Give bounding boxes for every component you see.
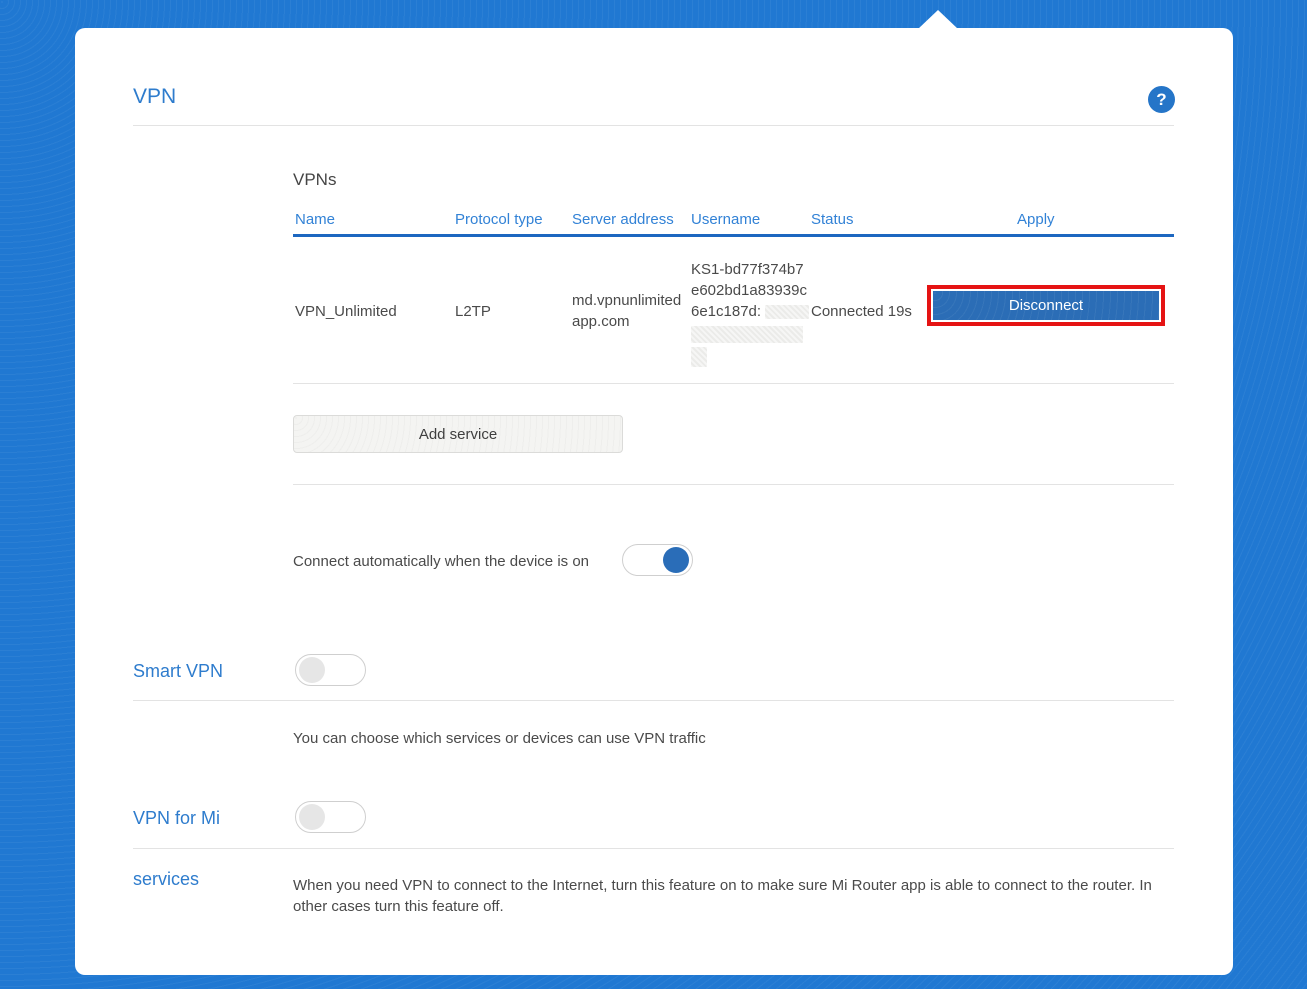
- auto-connect-label: Connect automatically when the device is…: [293, 553, 590, 570]
- page-title: VPN: [133, 85, 177, 108]
- column-header-username: Username: [691, 211, 761, 228]
- vpn-for-mi-label-line1: VPN for Mi: [133, 808, 221, 828]
- column-header-server-address: Server address: [572, 211, 674, 228]
- column-header-status: Status: [811, 211, 854, 228]
- username-cell: KS1-bd77f374b7 e602bd1a83939c 6e1c187d:: [691, 259, 810, 367]
- username-line1: KS1-bd77f374b7: [691, 261, 804, 278]
- page-background: VPN ? VPNs Name Protocol type Server add…: [0, 0, 1307, 989]
- vpn-name-cell: VPN_Unlimited: [295, 303, 397, 320]
- redacted-text-block: [765, 305, 810, 320]
- column-header-protocol-type: Protocol type: [455, 211, 543, 228]
- redacted-text-block: [691, 347, 707, 367]
- toggle-knob: [299, 657, 325, 683]
- redacted-text-block: [691, 325, 803, 343]
- column-header-name: Name: [295, 211, 336, 228]
- section-divider: [133, 848, 1174, 849]
- add-service-button[interactable]: Add service: [293, 415, 623, 453]
- table-header-underline: [293, 234, 1174, 237]
- smart-vpn-toggle[interactable]: [295, 654, 366, 686]
- username-line2: e602bd1a83939c: [691, 282, 807, 299]
- row-divider: [293, 383, 1174, 384]
- column-header-apply: Apply: [1017, 211, 1055, 228]
- vpn-for-mi-description: When you need VPN to connect to the Inte…: [293, 877, 1152, 915]
- toggle-knob: [663, 547, 689, 573]
- annotation-highlight-box: Disconnect: [927, 285, 1165, 326]
- section-divider: [133, 700, 1174, 701]
- disconnect-button[interactable]: Disconnect: [933, 291, 1159, 320]
- title-divider: [133, 125, 1174, 126]
- server-address-line1: md.vpnunlimited: [572, 292, 682, 309]
- card-notch-pointer: [918, 10, 958, 29]
- vpn-for-mi-toggle[interactable]: [295, 801, 366, 833]
- help-icon[interactable]: ?: [1148, 86, 1175, 113]
- smart-vpn-label: Smart VPN: [133, 661, 224, 681]
- server-address-line2: app.com: [572, 313, 630, 330]
- smart-vpn-description: You can choose which services or devices…: [293, 730, 706, 747]
- vpn-for-mi-label-line2: services: [133, 869, 200, 889]
- status-cell: Connected 19s: [811, 303, 912, 320]
- username-line3-prefix: 6e1c187d:: [691, 303, 762, 320]
- section-divider: [293, 484, 1174, 485]
- server-address-cell: md.vpnunlimited app.com: [572, 290, 681, 332]
- vpn-settings-panel: VPN ? VPNs Name Protocol type Server add…: [75, 28, 1233, 975]
- vpns-section-title: VPNs: [293, 170, 337, 189]
- auto-connect-toggle[interactable]: [622, 544, 693, 576]
- protocol-type-cell: L2TP: [455, 303, 491, 320]
- toggle-knob: [299, 804, 325, 830]
